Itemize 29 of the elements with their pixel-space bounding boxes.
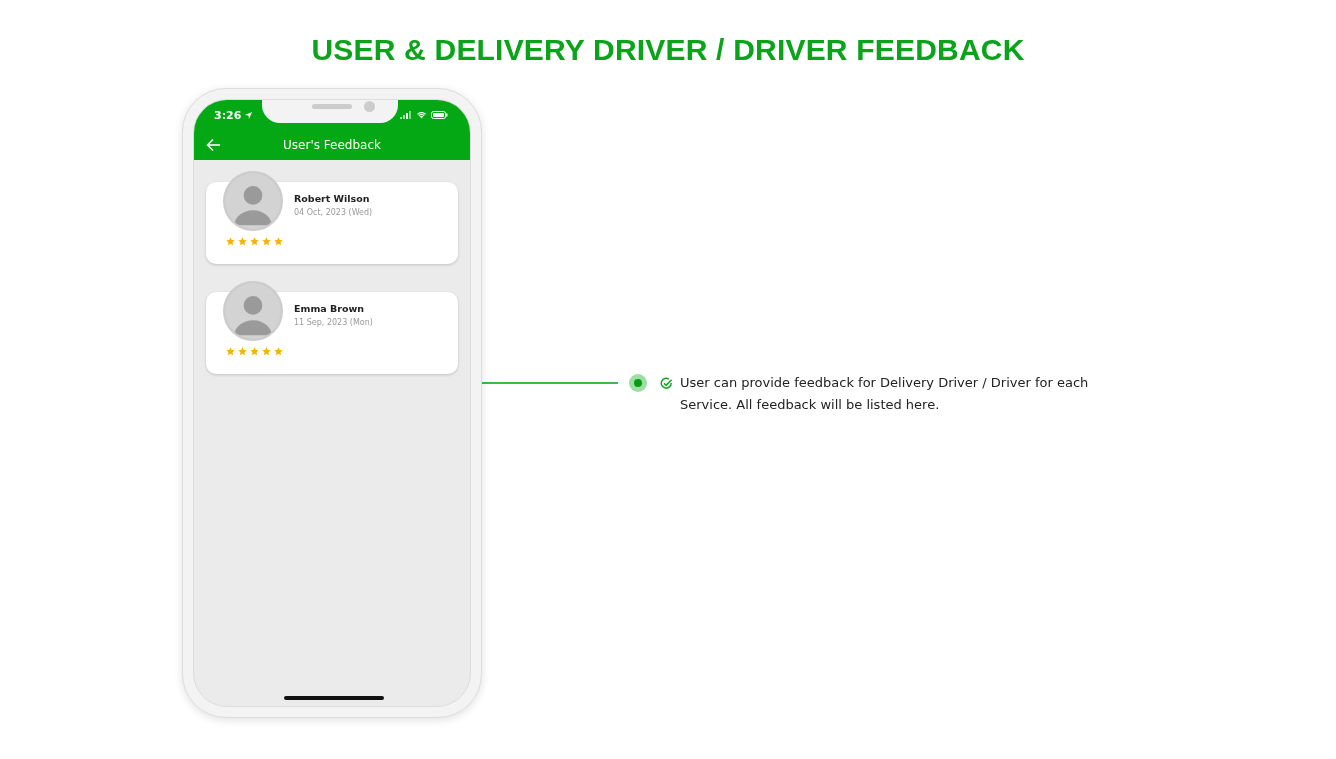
star-icon <box>250 237 259 246</box>
pointer-dot <box>629 374 647 392</box>
star-icon <box>262 237 271 246</box>
feature-description: User can provide feedback for Delivery Driver / Driver for each Service. All feedback will be listed here. <box>680 374 1090 414</box>
location-arrow-icon <box>244 110 254 120</box>
user-name: Robert Wilson <box>294 193 371 204</box>
check-circle-icon <box>660 377 673 390</box>
feedback-date: 04 Oct, 2023 (Wed) <box>294 208 373 217</box>
star-icon <box>238 347 247 356</box>
back-arrow-icon[interactable] <box>206 138 221 152</box>
star-icon <box>262 347 271 356</box>
speaker-slot <box>312 104 352 109</box>
camera-dot <box>364 101 375 112</box>
star-icon <box>226 237 235 246</box>
star-icon <box>226 347 235 356</box>
page-title: USER & DELIVERY DRIVER / DRIVER FEEDBACK <box>310 32 1026 68</box>
status-time: 3:26 <box>214 108 254 122</box>
star-icon <box>250 347 259 356</box>
star-icon <box>238 237 247 246</box>
feedback-date: 11 Sep, 2023 (Mon) <box>294 318 373 327</box>
star-icon <box>274 237 283 246</box>
battery-icon <box>431 111 448 119</box>
avatar-silhouette <box>223 171 283 231</box>
user-name: Emma Brown <box>294 303 365 314</box>
avatar-silhouette <box>223 281 283 341</box>
screen-title: User's Feedback <box>283 138 381 152</box>
star-icon <box>274 347 283 356</box>
wifi-icon <box>416 111 427 119</box>
signal-icon <box>400 111 412 119</box>
